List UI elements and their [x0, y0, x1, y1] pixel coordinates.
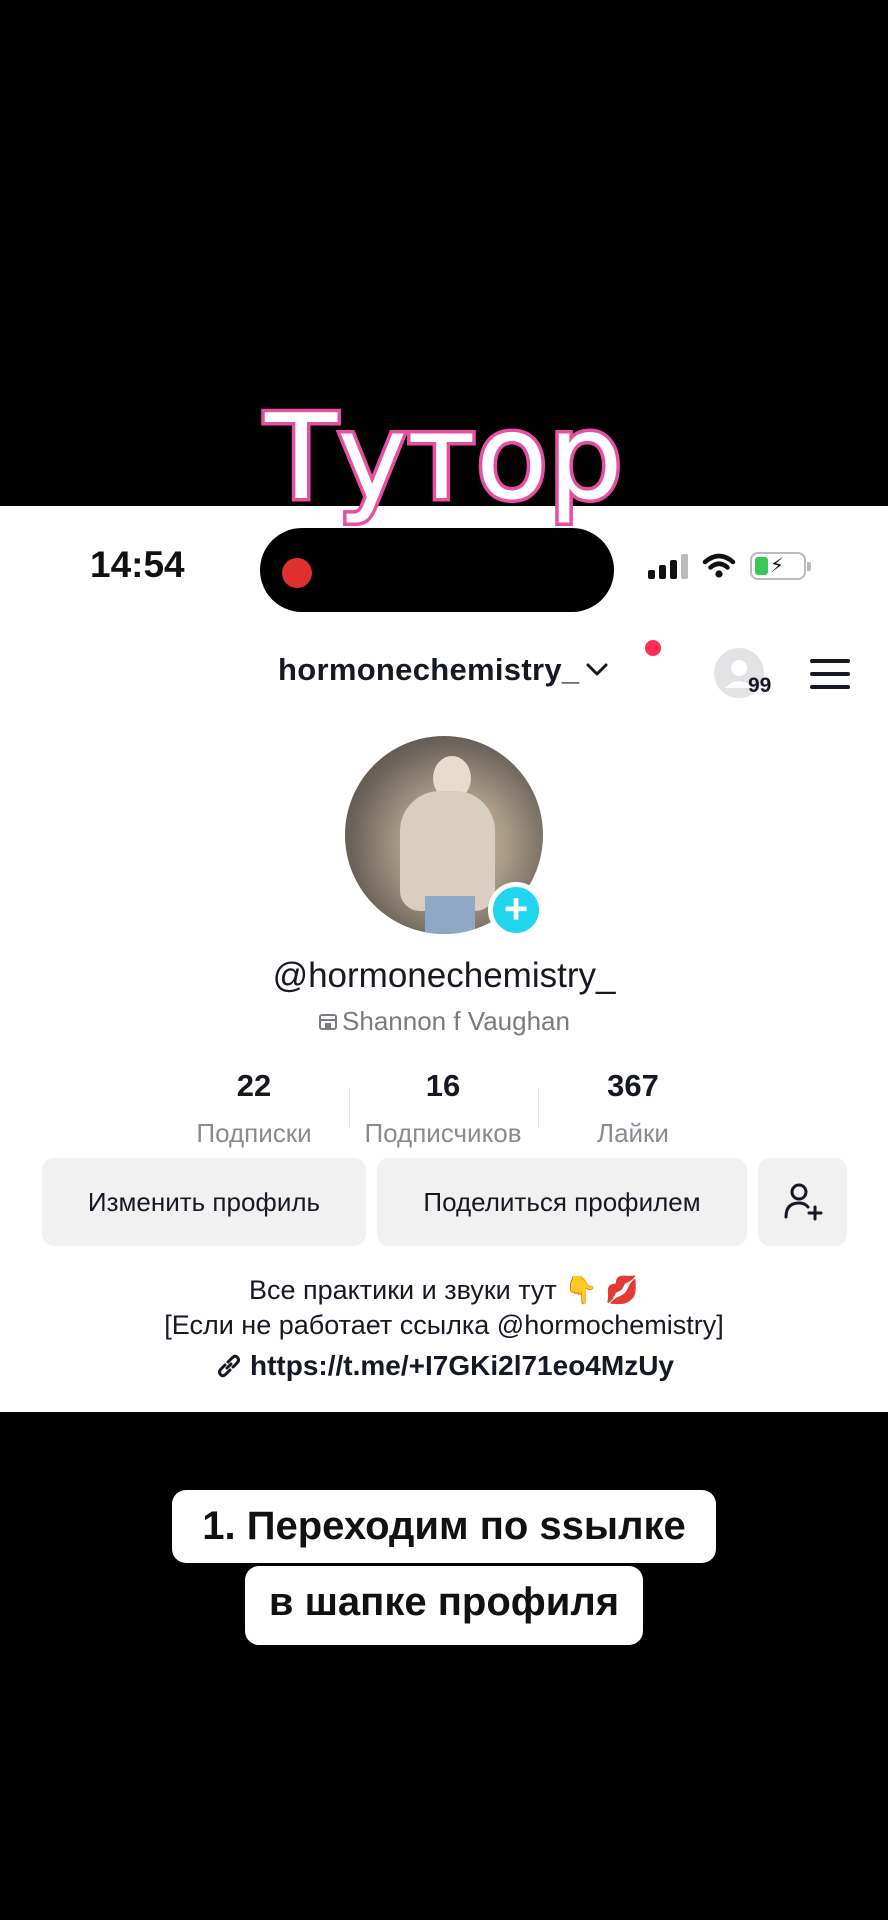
edit-profile-button[interactable]: Изменить профиль — [42, 1158, 366, 1246]
profile-username: hormonechemistry_ — [278, 652, 580, 687]
stat-likes[interactable]: 367 Лайки — [538, 1068, 728, 1149]
profile-handle: @hormonechemistry_ — [272, 956, 616, 995]
caption-line: 1. Переходим по ssылке — [0, 1490, 888, 1563]
shop-icon — [319, 1014, 338, 1030]
notification-dot — [645, 640, 661, 656]
dynamic-island — [260, 528, 614, 612]
recording-indicator-icon — [282, 558, 312, 588]
status-icons: ⚡ — [648, 552, 811, 580]
chevron-down-icon — [586, 663, 608, 676]
add-friend-icon — [784, 1183, 822, 1221]
caption-line: в шапке профиля — [0, 1566, 888, 1645]
bio-line: Все практики и звуки тут 👇 💋 — [248, 1275, 640, 1305]
display-name: Shannon f Vaughan — [0, 1006, 888, 1037]
add-avatar-icon[interactable]: + — [488, 882, 544, 938]
stat-followers[interactable]: 16 Подписчиков — [348, 1068, 538, 1149]
share-profile-button[interactable]: Поделиться профилем — [377, 1158, 747, 1246]
overlay-title: Тутор — [262, 388, 627, 526]
menu-icon[interactable] — [810, 659, 850, 698]
cellular-signal-icon — [648, 553, 688, 579]
bio-line: [Если не работает ссылка @hormochemistry… — [164, 1310, 724, 1340]
bio-link[interactable]: https://t.me/+I7GKi2l71eo4MzUy — [0, 1350, 888, 1382]
account-switcher[interactable]: hormonechemistry_ — [278, 652, 609, 688]
battery-icon: ⚡ — [750, 552, 811, 580]
visitors-count: 99 — [748, 674, 772, 697]
status-time: 14:54 — [90, 544, 185, 585]
stat-following[interactable]: 22 Подписки — [159, 1068, 349, 1149]
tiktok-profile-screen: 14:54 ⚡ hormonechemistry_ 99 + @hormonec… — [0, 506, 888, 1412]
wifi-icon — [702, 553, 736, 578]
add-friends-button[interactable] — [758, 1158, 847, 1246]
link-icon — [217, 1354, 240, 1378]
